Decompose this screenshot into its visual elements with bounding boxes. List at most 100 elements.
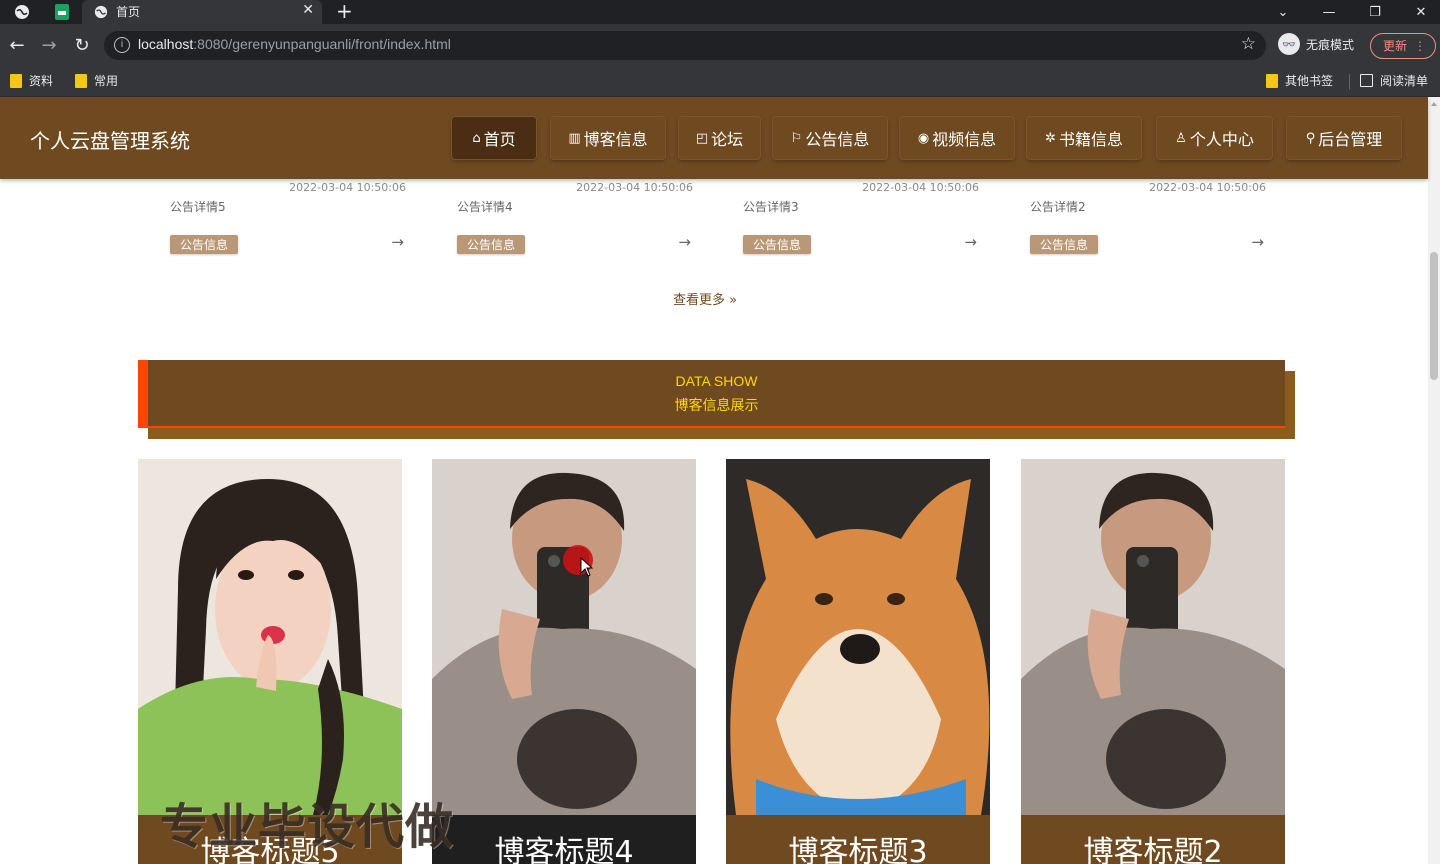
bookmark-folder-ziliao[interactable]: 资料	[10, 72, 53, 89]
tab-title: 首页	[116, 5, 141, 19]
bookmarks-bar: 资料 常用 其他书签 阅读清单	[0, 66, 1440, 97]
notice-title: 公告详情4	[457, 200, 513, 214]
nav-profile[interactable]: ♙ 个人中心	[1157, 117, 1272, 159]
notice-card[interactable]: 2022-03-04 10:50:06 公告详情3 公告信息 →	[743, 179, 979, 279]
notice-title: 公告详情3	[743, 200, 799, 214]
gamepad-icon: ◉	[917, 130, 930, 146]
incognito-label: 无痕模式	[1306, 37, 1355, 52]
notice-tag: 公告信息	[457, 235, 526, 254]
nav-books[interactable]: ✲ 书籍信息	[1027, 117, 1141, 159]
notice-card[interactable]: 2022-03-04 10:50:06 公告详情4 公告信息 →	[457, 179, 693, 279]
back-button[interactable]: ←	[6, 34, 28, 56]
forum-icon: ◰	[695, 130, 709, 146]
blog-icon: ▥	[568, 130, 581, 146]
blog-image-selfie	[1021, 459, 1285, 815]
notice-title: 公告详情2	[1030, 200, 1086, 214]
arrow-right-icon[interactable]: →	[964, 233, 977, 251]
notice-date: 2022-03-04 10:50:06	[289, 181, 406, 194]
scroll-up-icon[interactable]	[1431, 102, 1437, 106]
restore-button[interactable]: ❐	[1352, 0, 1398, 24]
section-title-cn: 博客信息展示	[674, 398, 759, 414]
notice-card[interactable]: 2022-03-04 10:50:06 公告详情2 公告信息 →	[1030, 179, 1266, 279]
menu-dots-icon: ⋮	[1414, 39, 1426, 53]
notice-tag: 公告信息	[743, 235, 812, 254]
blog-image-shiba-dog	[726, 459, 990, 815]
reading-list-icon	[1360, 74, 1373, 87]
active-tab[interactable]: 首页 ✕	[82, 0, 322, 24]
new-tab-button[interactable]: +	[336, 0, 353, 22]
address-bar[interactable]: i localhost:8080/gerenyunpanguanli/front…	[104, 31, 1266, 60]
nav-blog[interactable]: ▥ 博客信息	[551, 117, 665, 159]
bookmark-folder-changyong[interactable]: 常用	[75, 72, 118, 89]
other-bookmarks[interactable]: 其他书签	[1266, 72, 1333, 89]
notice-date: 2022-03-04 10:50:06	[1149, 181, 1266, 194]
incognito-icon: 👓	[1278, 33, 1300, 55]
vertical-scrollbar[interactable]	[1428, 97, 1440, 864]
browser-tab-strip: 首页 ✕ + ⌄ — ❐ ✕	[0, 0, 1440, 24]
blog-title: 博客标题4	[494, 835, 634, 864]
close-window-button[interactable]: ✕	[1398, 0, 1440, 24]
nav-label: 书籍信息	[1058, 130, 1123, 149]
nav-forum[interactable]: ◰ 论坛	[679, 117, 760, 159]
nav-label: 公告信息	[805, 130, 870, 149]
link-icon: ⚲	[1305, 130, 1316, 146]
minimize-button[interactable]: —	[1306, 0, 1352, 24]
forward-button[interactable]: →	[38, 34, 60, 56]
blog-image-selfie	[432, 459, 696, 815]
site-title: 个人云盘管理系统	[30, 129, 190, 153]
reload-button[interactable]: ↻	[71, 34, 93, 56]
bookmark-divider	[1349, 74, 1350, 90]
notice-card[interactable]: 2022-03-04 10:50:06 公告详情5 公告信息 →	[170, 179, 406, 279]
flag-icon: ⚐	[790, 130, 803, 146]
browser-toolbar: ← → ↻ i localhost:8080/gerenyunpanguanli…	[0, 24, 1440, 66]
home-icon: ⌂	[472, 130, 481, 146]
double-chevron-right-icon: »	[729, 293, 738, 308]
notice-title: 公告详情5	[170, 200, 226, 214]
reading-list[interactable]: 阅读清单	[1360, 72, 1428, 89]
arrow-right-icon[interactable]: →	[391, 233, 404, 251]
page-viewport: 个人云盘管理系统 ⌂ 首页 ▥ 博客信息 ◰ 论坛 ⚐ 公告信息 ◉ 视频信息 ✲ 书籍信息…	[0, 97, 1440, 864]
folder-icon	[10, 73, 22, 88]
other-bookmarks-label: 其他书签	[1285, 74, 1334, 88]
blog-card[interactable]: 博客标题3	[726, 459, 990, 864]
nav-notice[interactable]: ⚐ 公告信息	[773, 117, 887, 159]
blog-card[interactable]: 博客标题4	[432, 459, 696, 864]
tab-close-icon[interactable]: ✕	[302, 2, 314, 18]
nav-label: 后台管理	[1318, 130, 1383, 149]
user-icon: ♙	[1175, 130, 1187, 146]
nav-label: 首页	[483, 130, 516, 149]
view-more-label: 查看更多	[673, 293, 726, 308]
view-more-link[interactable]: 查看更多 »	[673, 289, 737, 308]
site-info-icon[interactable]: i	[114, 37, 130, 53]
blog-title: 博客标题3	[788, 835, 928, 864]
mouse-cursor-icon	[580, 557, 594, 577]
scrollbar-thumb[interactable]	[1430, 252, 1438, 380]
blog-card[interactable]: 博客标题2	[1021, 459, 1285, 864]
bookmark-label: 资料	[29, 74, 54, 88]
blog-title-bar: 博客标题2	[1021, 815, 1285, 864]
bookmark-star-icon[interactable]: ☆	[1241, 34, 1256, 54]
update-button[interactable]: 更新 ⋮	[1370, 33, 1436, 59]
site-header: 个人云盘管理系统 ⌂ 首页 ▥ 博客信息 ◰ 论坛 ⚐ 公告信息 ◉ 视频信息 ✲ 书籍信息…	[0, 97, 1428, 179]
nav-label: 视频信息	[932, 130, 997, 149]
blog-title-bar: 博客标题3	[726, 815, 990, 864]
nav-admin[interactable]: ⚲ 后台管理	[1287, 117, 1401, 159]
tab-search-icon[interactable]	[4, 0, 40, 24]
arrow-right-icon[interactable]: →	[1251, 233, 1264, 251]
blog-title: 博客标题2	[1083, 835, 1223, 864]
arrow-right-icon[interactable]: →	[678, 233, 691, 251]
incognito-indicator[interactable]: 👓 无痕模式	[1278, 33, 1354, 55]
bookmark-label: 常用	[94, 74, 119, 88]
tab-search-dropdown-icon[interactable]: ⌄	[1260, 0, 1306, 24]
nav-video[interactable]: ◉ 视频信息	[900, 117, 1014, 159]
notice-tag: 公告信息	[1030, 235, 1099, 254]
nav-label: 博客信息	[583, 130, 648, 149]
notice-tag: 公告信息	[170, 235, 239, 254]
nav-home[interactable]: ⌂ 首页	[452, 117, 536, 159]
pinned-tab-icon[interactable]	[44, 0, 80, 24]
blog-title-bar: 博客标题4	[432, 815, 696, 864]
blog-image-girl	[138, 459, 402, 815]
folder-icon	[75, 73, 87, 88]
nav-label: 论坛	[711, 130, 744, 149]
watermark-text: 专业毕设代做	[160, 799, 455, 855]
